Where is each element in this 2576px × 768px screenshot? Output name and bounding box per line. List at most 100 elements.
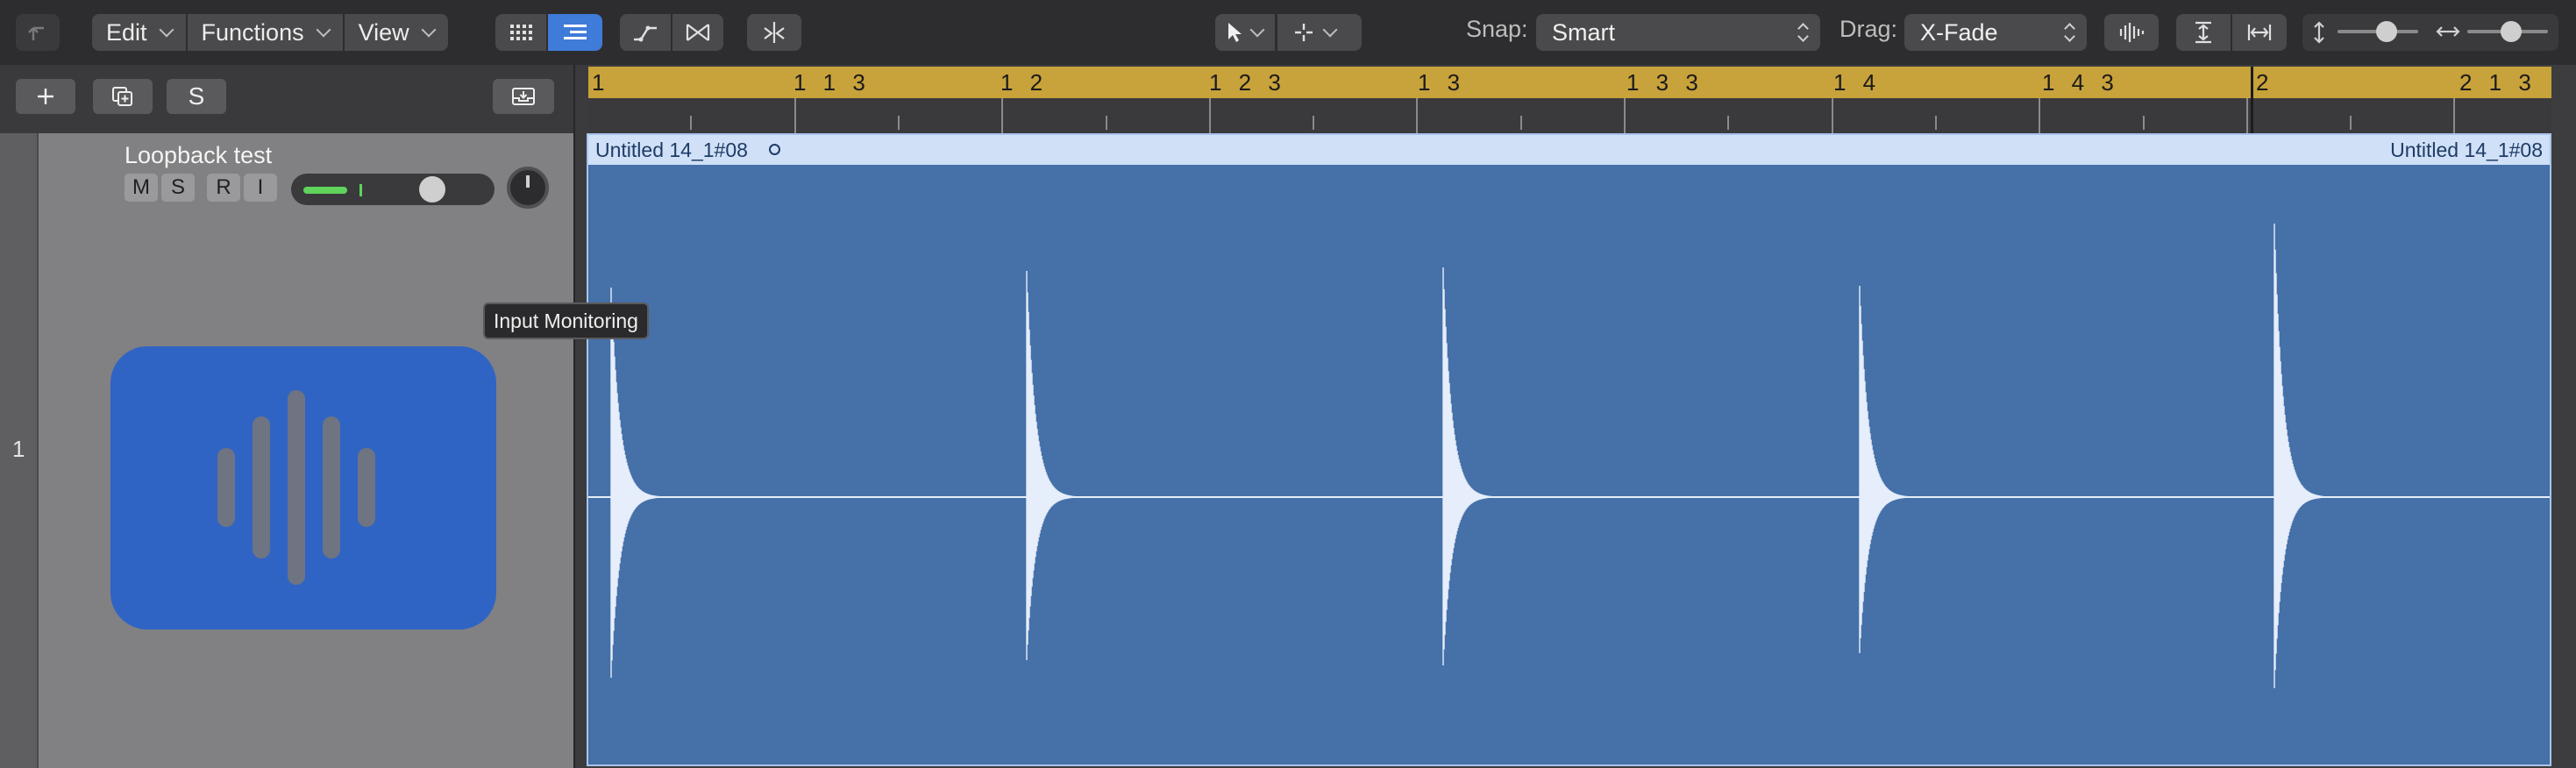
- main-toolbar: Edit Functions View Snap: Smart Drag: X-…: [0, 0, 2576, 65]
- level-marker: [359, 184, 362, 196]
- solo-label: S: [170, 175, 185, 199]
- waveform-transient: [1026, 271, 1088, 660]
- vertical-autozoom-button[interactable]: [2176, 14, 2231, 51]
- region-name: Untitled 14_1#08: [595, 139, 748, 161]
- ruler-tick: [690, 116, 692, 130]
- automation-button[interactable]: [620, 14, 671, 51]
- plus-icon: [38, 89, 53, 104]
- ruler-mark: 2 1 3: [2459, 69, 2537, 96]
- input-monitoring-label: I: [257, 175, 264, 199]
- catch-button[interactable]: [747, 14, 801, 51]
- pan-knob[interactable]: [507, 167, 549, 209]
- catch-playhead-button[interactable]: [493, 79, 554, 114]
- cycle-bar[interactable]: 1 1 1 3 1 2 1 2 3 1 3 1 3 3 1 4 1 4 3 2 …: [587, 67, 2551, 98]
- waveform-transient: [1442, 267, 1505, 665]
- chevron-down-icon: [1322, 22, 1338, 38]
- mute-label: M: [132, 175, 150, 199]
- ruler-tick: [1313, 116, 1314, 130]
- ruler-tick: [1520, 116, 1522, 130]
- grid-icon: [510, 25, 532, 40]
- waveform-icon: [2119, 23, 2145, 42]
- ruler-mark: 1 1 3: [793, 69, 871, 96]
- waveform-transient: [610, 288, 672, 678]
- functions-menu-label: Functions: [201, 18, 304, 46]
- loop-circle-icon: [769, 144, 780, 155]
- up-down-chevron-icon: [1797, 22, 1808, 43]
- drag-label: Drag:: [1839, 16, 1898, 42]
- bar-ruler[interactable]: 1 1 1 3 1 2 1 2 3 1 3 1 3 3 1 4 1 4 3 2 …: [576, 67, 2551, 133]
- input-monitoring-button[interactable]: I: [244, 174, 277, 202]
- audio-region[interactable]: Untitled 14_1#08 Untitled 14_1#08: [587, 133, 2551, 766]
- horizontal-zoom-knob[interactable]: [2501, 21, 2522, 42]
- duplicate-track-button[interactable]: [93, 79, 153, 114]
- left-click-tool[interactable]: [1215, 14, 1275, 51]
- cmd-click-tool[interactable]: [1277, 14, 1362, 51]
- level-meter: [303, 187, 347, 194]
- list-view-button[interactable]: [548, 14, 602, 51]
- track-number-column: 1: [0, 133, 39, 768]
- region-header[interactable]: Untitled 14_1#08 Untitled 14_1#08: [588, 135, 2550, 165]
- ruler-tick: [2350, 116, 2352, 130]
- ruler-tick: [2246, 98, 2248, 133]
- tooltip-text: Input Monitoring: [494, 309, 638, 332]
- solo-button[interactable]: S: [161, 174, 195, 202]
- up-down-chevron-icon: [2064, 22, 2074, 43]
- marquee-tool-icon: [1295, 24, 1313, 41]
- ruler-tick: [1416, 98, 1418, 133]
- mute-button[interactable]: M: [125, 174, 158, 202]
- vertical-zoom-knob[interactable]: [2376, 21, 2397, 42]
- ruler-mark: 1 4 3: [2042, 69, 2119, 96]
- chevron-down-icon: [421, 22, 437, 38]
- pointer-tool-icon: [1228, 23, 1242, 42]
- ruler-tick: [2143, 116, 2145, 130]
- track-name[interactable]: Loopback test: [125, 142, 272, 169]
- track-header-tools: S: [0, 65, 573, 135]
- snap-value: Smart: [1552, 18, 1616, 46]
- record-enable-button[interactable]: R: [207, 174, 240, 202]
- ruler-mark: 2: [2256, 69, 2274, 96]
- edit-menu[interactable]: Edit: [92, 14, 188, 51]
- flex-button[interactable]: [672, 14, 723, 51]
- ruler-tick: [1106, 116, 1107, 130]
- ruler-tick: [1727, 116, 1729, 130]
- volume-slider[interactable]: [291, 174, 495, 205]
- drag-select[interactable]: X-Fade: [1904, 14, 2087, 51]
- ruler-mark: 1 2: [1000, 69, 1049, 96]
- vertical-fit-icon: [2195, 21, 2211, 44]
- ruler-mark: 1 4: [1833, 69, 1882, 96]
- ruler-tick: [1209, 98, 1211, 133]
- playhead[interactable]: [2251, 67, 2253, 133]
- view-menu[interactable]: View: [345, 14, 448, 51]
- volume-knob[interactable]: [419, 176, 445, 203]
- ruler-tick: [2039, 98, 2040, 133]
- tooltip: Input Monitoring: [483, 302, 649, 339]
- track-header[interactable]: Loopback test M S R I: [39, 133, 573, 768]
- add-track-button[interactable]: [16, 79, 75, 114]
- waveform-icon: [217, 448, 235, 527]
- horizontal-autozoom-button[interactable]: [2232, 14, 2287, 51]
- waveform-transient: [2274, 224, 2336, 688]
- menu-group: Edit Functions View: [92, 14, 448, 51]
- tracks-list-icon: [564, 25, 587, 39]
- ruler-mark: 1 3 3: [1626, 69, 1704, 96]
- tray-download-icon: [512, 88, 535, 105]
- waveform-zoom-button[interactable]: [2104, 14, 2159, 51]
- region-name-right: Untitled 14_1#08: [2390, 139, 2543, 161]
- flex-time-icon: [686, 24, 710, 41]
- track-icon[interactable]: [110, 346, 496, 629]
- vertical-zoom-icon: [2311, 21, 2327, 48]
- horizontal-zoom-icon: [2436, 23, 2460, 45]
- global-solo-button[interactable]: S: [167, 79, 226, 114]
- automation-curve-icon: [634, 25, 657, 42]
- duplicate-icon: [112, 87, 132, 106]
- back-arrow-icon[interactable]: [16, 14, 60, 51]
- ruler-tick: [794, 98, 796, 133]
- ruler-tick: [1001, 98, 1003, 133]
- snap-label: Snap:: [1466, 16, 1528, 42]
- track-number: 1: [12, 436, 25, 462]
- grid-view-button[interactable]: [495, 14, 546, 51]
- drag-value: X-Fade: [1920, 18, 1998, 46]
- ruler-tick: [1832, 98, 1833, 133]
- functions-menu[interactable]: Functions: [188, 14, 345, 51]
- snap-select[interactable]: Smart: [1536, 14, 1820, 51]
